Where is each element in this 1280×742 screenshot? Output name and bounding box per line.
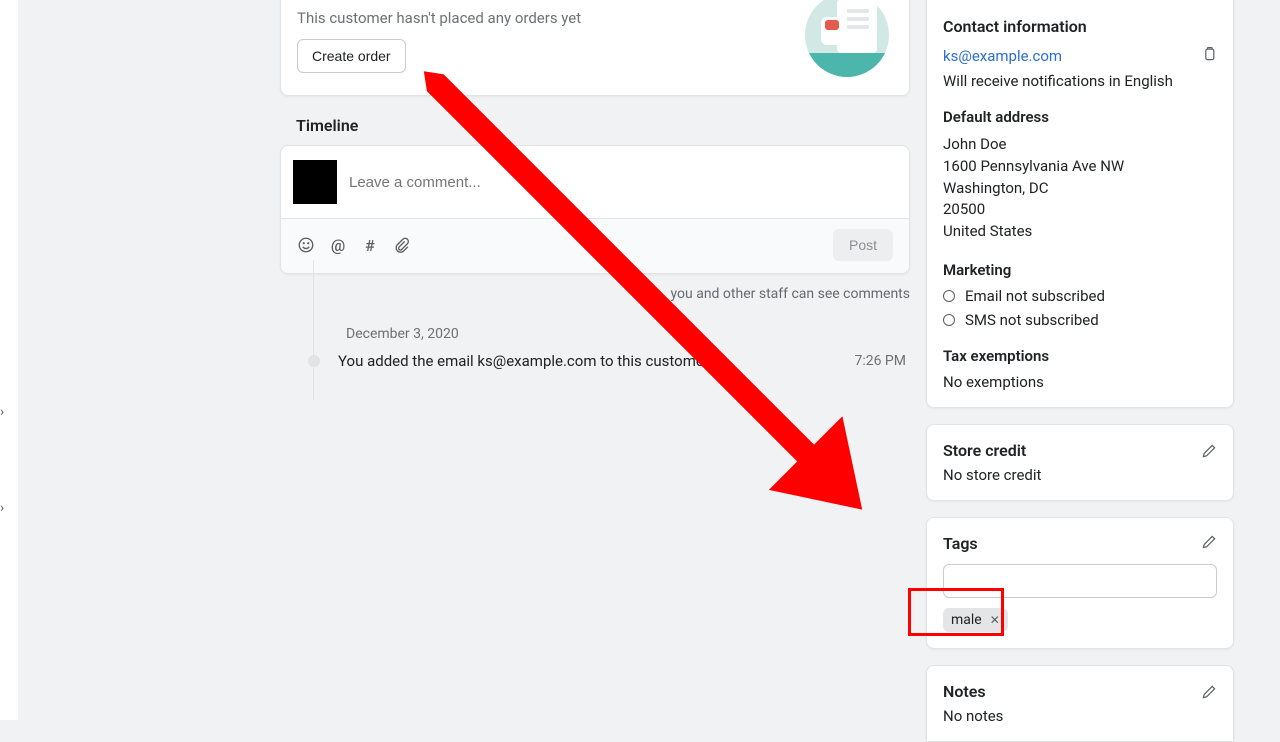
tax-exemptions-heading: Tax exemptions: [943, 347, 1217, 365]
comment-box: @ # Post: [280, 145, 910, 274]
comment-visibility-note: you and other staff can see comments: [280, 286, 910, 302]
create-order-button[interactable]: Create order: [297, 39, 406, 73]
pencil-icon[interactable]: [1201, 443, 1217, 463]
address-name: John Doe: [943, 134, 1217, 156]
notes-card: Notes No notes: [926, 665, 1234, 742]
notes-heading: Notes: [943, 682, 986, 701]
tag-chip-label: male: [951, 612, 982, 628]
timeline-date: December 3, 2020: [346, 326, 910, 342]
language-note: Will receive notifications in English: [943, 72, 1217, 90]
event-time: 7:26 PM: [854, 353, 906, 369]
avatar: [293, 160, 337, 204]
mention-icon[interactable]: @: [329, 236, 347, 254]
remove-tag-icon[interactable]: ✕: [990, 613, 1000, 627]
empty-orders-illustration: [805, 0, 889, 77]
contact-info-card: Contact information ks@example.com Will …: [926, 0, 1234, 408]
marketing-heading: Marketing: [943, 261, 1217, 279]
default-address-heading: Default address: [943, 108, 1217, 126]
store-credit-value: No store credit: [943, 466, 1217, 484]
timeline-heading: Timeline: [296, 116, 908, 135]
sms-subscription-status: SMS not subscribed: [943, 311, 1217, 329]
contact-email-link[interactable]: ks@example.com: [943, 47, 1062, 65]
status-ring-icon: [943, 290, 955, 302]
last-order-message: This customer hasn't placed any orders y…: [297, 9, 581, 27]
tags-heading: Tags: [943, 534, 978, 553]
store-credit-heading: Store credit: [943, 441, 1026, 460]
tax-exemptions-value: No exemptions: [943, 373, 1217, 391]
timeline-line: [313, 260, 314, 400]
tag-chip: male ✕: [943, 608, 1008, 632]
clipboard-icon[interactable]: [1201, 46, 1217, 66]
status-ring-icon: [943, 314, 955, 326]
comment-input[interactable]: [349, 174, 895, 191]
address-city-state: Washington, DC: [943, 178, 1217, 200]
emoji-icon[interactable]: [297, 236, 315, 254]
event-dot-icon: [308, 355, 320, 367]
hashtag-icon[interactable]: #: [361, 236, 379, 254]
address-country: United States: [943, 221, 1217, 243]
tags-card: Tags male ✕: [926, 517, 1234, 649]
pencil-icon[interactable]: [1201, 534, 1217, 554]
address-line1: 1600 Pennsylvania Ave NW: [943, 156, 1217, 178]
email-subscription-status: Email not subscribed: [943, 287, 1217, 305]
timeline-event: You added the email ks@example.com to th…: [280, 352, 910, 370]
post-button[interactable]: Post: [833, 229, 893, 261]
event-text: You added the email ks@example.com to th…: [338, 352, 836, 370]
address-postal: 20500: [943, 199, 1217, 221]
store-credit-card: Store credit No store credit: [926, 424, 1234, 501]
attachment-icon[interactable]: [393, 236, 411, 254]
contact-heading: Contact information: [943, 17, 1217, 36]
tags-input[interactable]: [943, 564, 1217, 598]
pencil-icon[interactable]: [1201, 684, 1217, 704]
last-order-card: This customer hasn't placed any orders y…: [280, 0, 910, 96]
notes-value: No notes: [943, 707, 1217, 725]
